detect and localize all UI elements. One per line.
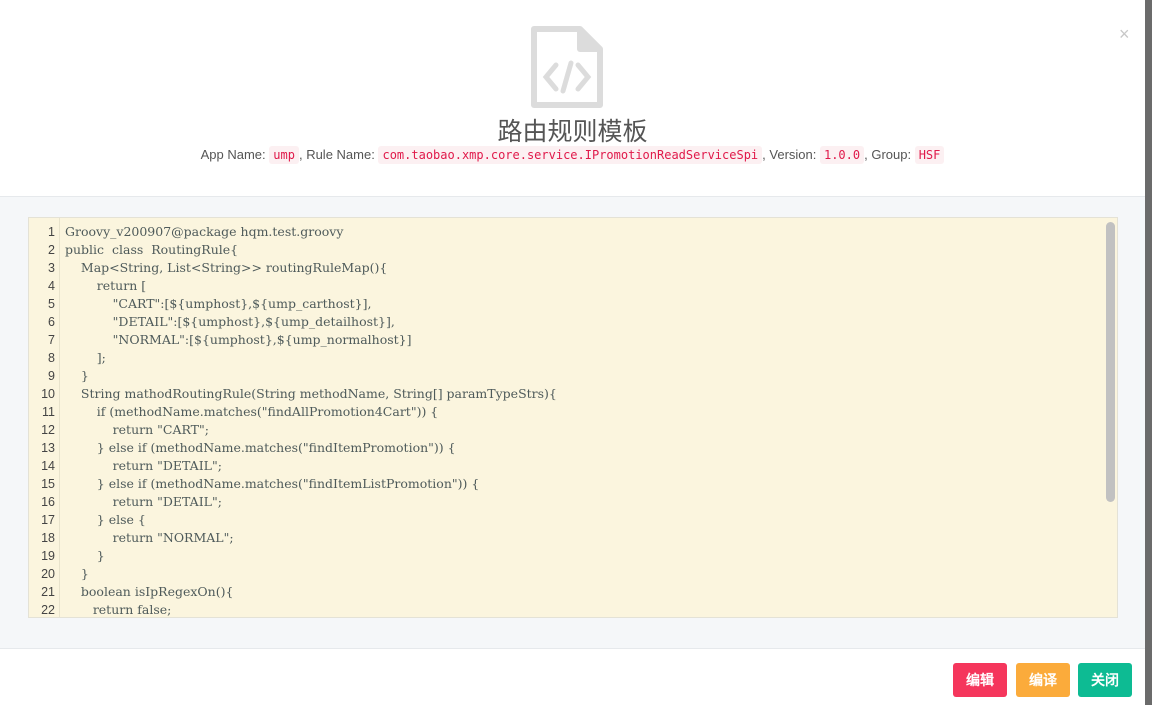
code-line: return "NORMAL"; <box>65 530 234 545</box>
line-number: 4 <box>48 279 55 293</box>
app-name-value: ump <box>269 146 299 164</box>
line-number: 7 <box>48 333 55 347</box>
line-number: 15 <box>41 477 55 491</box>
code-line: if (methodName.matches("findAllPromotion… <box>65 404 439 419</box>
line-number: 9 <box>48 369 55 383</box>
close-icon[interactable]: × <box>1119 24 1130 45</box>
code-line: "DETAIL":[${umphost},${ump_detailhost}], <box>65 314 395 329</box>
line-number: 5 <box>48 297 55 311</box>
code-line: public class RoutingRule{ <box>65 242 239 257</box>
line-number: 12 <box>41 423 55 437</box>
code-line: "CART":[${umphost},${ump_carthost}], <box>65 296 372 311</box>
code-line: Groovy_v200907@package hqm.test.groovy <box>65 224 344 239</box>
code-line: String mathodRoutingRule(String methodNa… <box>65 386 557 401</box>
line-number: 14 <box>41 459 55 473</box>
code-editor[interactable]: 1 Groovy_v200907@package hqm.test.groovy 2… <box>28 217 1118 618</box>
compile-button[interactable]: 编译 <box>1016 663 1070 697</box>
line-number: 3 <box>48 261 55 275</box>
code-line: } else if (methodName.matches("findItemP… <box>65 440 456 455</box>
line-number: 20 <box>41 567 55 581</box>
line-number: 11 <box>42 405 55 419</box>
rule-name-value: com.taobao.xmp.core.service.IPromotionRe… <box>378 146 763 164</box>
code-line: return [ <box>65 278 147 293</box>
line-number: 21 <box>41 585 55 599</box>
dialog-title: 路由规则模板 <box>497 118 648 146</box>
route-rule-template-dialog: × 路由规则模板 App Name: ump, Rule Name: com.t… <box>0 0 1145 705</box>
code-line: "NORMAL":[${umphost},${ump_normalhost}] <box>65 332 412 347</box>
line-number: 16 <box>41 495 55 509</box>
code-line: } else { <box>65 512 146 527</box>
code-line: boolean isIpRegexOn(){ <box>65 584 234 599</box>
edit-button[interactable]: 编辑 <box>953 663 1007 697</box>
code-file-icon <box>531 26 603 108</box>
line-number: 1 <box>48 225 55 239</box>
code-line: return "CART"; <box>65 422 209 437</box>
line-number: 13 <box>41 441 55 455</box>
code-line: return false; <box>65 602 172 617</box>
code-line: } else if (methodName.matches("findItemL… <box>65 476 480 491</box>
dialog-body: 1 Groovy_v200907@package hqm.test.groovy 2… <box>0 196 1145 649</box>
rule-info: App Name: ump, Rule Name: com.taobao.xmp… <box>0 146 1145 164</box>
line-number: 22 <box>41 603 55 617</box>
line-number: 8 <box>48 351 55 365</box>
code-line: } <box>65 548 105 563</box>
line-number: 2 <box>48 243 55 257</box>
line-number: 6 <box>48 315 55 329</box>
app-name-label: App Name: <box>200 147 266 162</box>
line-number: 18 <box>41 531 55 545</box>
rule-name-label: , Rule Name: <box>298 147 375 162</box>
line-number: 17 <box>41 513 55 527</box>
code-line: ]; <box>65 350 106 365</box>
close-button[interactable]: 关闭 <box>1078 663 1132 697</box>
line-number: 10 <box>41 387 55 401</box>
code-line: } <box>65 368 89 383</box>
version-label: , Version: <box>762 147 817 162</box>
code-line: Map<String, List<String>> routingRuleMap… <box>65 260 388 275</box>
line-number: 19 <box>41 549 55 563</box>
code-line: } <box>65 566 89 581</box>
code-line: return "DETAIL"; <box>65 494 222 509</box>
group-value: HSF <box>914 146 945 164</box>
group-label: , Group: <box>864 147 912 162</box>
scrollbar[interactable] <box>1106 222 1115 502</box>
version-value: 1.0.0 <box>819 146 865 164</box>
code-line: return "DETAIL"; <box>65 458 222 473</box>
